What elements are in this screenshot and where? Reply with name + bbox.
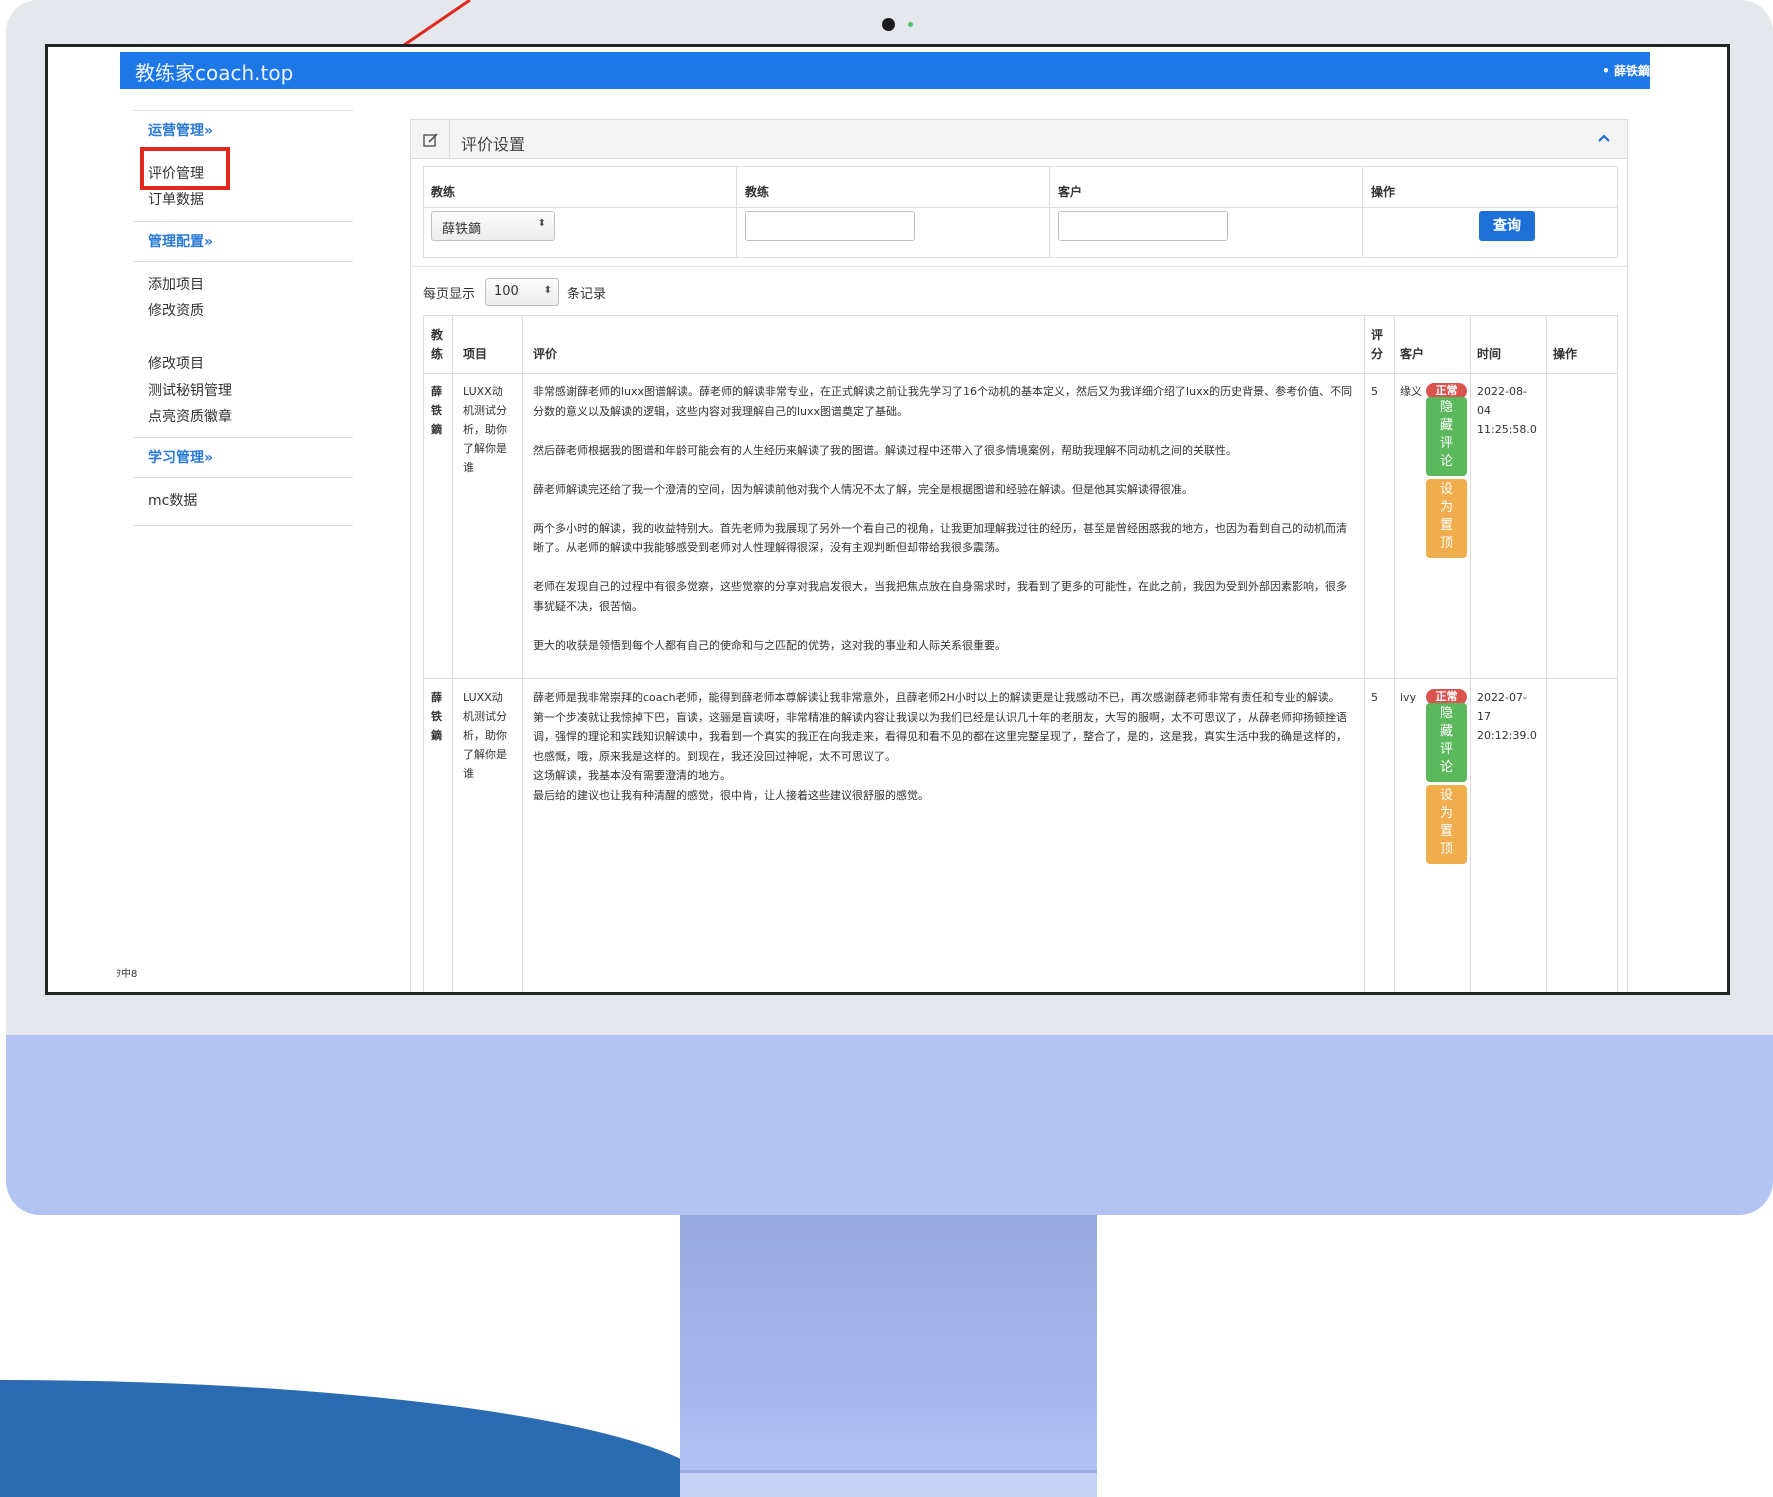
pin-top-button[interactable]: 设 为 置 顶	[1426, 479, 1467, 558]
page-size-value: 100	[494, 284, 519, 299]
column-header-action[interactable]: 操作	[1553, 345, 1577, 364]
divider	[1362, 167, 1363, 257]
sidebar-section-operations: 运营管理»	[133, 110, 353, 150]
filter-header-customer: 客户	[1058, 185, 1083, 199]
edit-icon	[423, 133, 438, 147]
divider	[1049, 167, 1050, 257]
divider	[1364, 316, 1365, 992]
camera-icon	[882, 18, 895, 31]
row-score: 5	[1371, 691, 1378, 704]
review-settings-panel: 评价设置 教练 教练 客户 操作 薛铁鏑 ⬍ 查询 每页显示 100 ⬍ 条记录…	[410, 119, 1628, 992]
divider	[424, 678, 1617, 679]
pin-top-button[interactable]: 设 为 置 顶	[1426, 785, 1467, 864]
chevron-up-icon[interactable]	[1597, 133, 1611, 143]
panel-title: 评价设置	[461, 135, 526, 154]
sidebar-item-test-key[interactable]: 测试秘钥管理	[148, 380, 232, 400]
camera-led-icon	[908, 22, 913, 27]
imac-chin	[6, 1035, 1773, 1215]
sidebar-header-operations[interactable]: 运营管理»	[148, 120, 213, 140]
paging-prefix: 每页显示	[423, 287, 476, 302]
divider	[1470, 316, 1471, 992]
divider	[133, 525, 353, 526]
divider	[449, 120, 450, 159]
paging-suffix: 条记录	[567, 287, 607, 302]
row-customer: 缘义	[1400, 385, 1422, 398]
footer-text: ｦ中8	[116, 969, 138, 980]
filter-header-coach-1: 教练	[431, 185, 456, 199]
sidebar-header-learning[interactable]: 学习管理»	[148, 447, 213, 467]
divider	[1394, 316, 1395, 992]
column-header-customer[interactable]: 客户	[1400, 345, 1424, 364]
page-size-select[interactable]: 100 ⬍	[485, 278, 559, 306]
column-header-time[interactable]: 时间	[1477, 345, 1501, 364]
row-coach: 薛 铁 鏑	[431, 385, 442, 436]
divider	[1546, 316, 1547, 992]
row-customer: ivy	[1400, 691, 1417, 704]
panel-header: 评价设置	[411, 120, 1627, 159]
sidebar-item-edit-project[interactable]: 修改项目	[148, 353, 204, 373]
divider	[424, 207, 1617, 208]
divider	[452, 316, 453, 992]
imac-stand-base	[680, 1470, 1097, 1497]
hide-comment-button[interactable]: 隐 藏 评 论	[1426, 397, 1467, 476]
divider	[424, 373, 1617, 374]
divider	[133, 477, 353, 478]
select-arrows-icon: ⬍	[543, 285, 552, 296]
row-time: 2022-07- 17 20:12:39.0	[1477, 691, 1537, 742]
divider	[133, 261, 353, 262]
row-project: LUXX动 机测试分 析，助你 了解你是 谁	[463, 385, 507, 474]
hide-comment-button[interactable]: 隐 藏 评 论	[1426, 703, 1467, 782]
brand-logo[interactable]: 教练家coach.top	[135, 57, 293, 86]
divider	[411, 266, 1627, 267]
filter-header-action: 操作	[1371, 185, 1396, 199]
sidebar-header-config[interactable]: 管理配置»	[148, 231, 213, 251]
sidebar-item-mc-data[interactable]: mc数据	[148, 490, 197, 510]
sidebar-section-config: 管理配置»	[133, 221, 353, 261]
filter-table	[423, 166, 1618, 258]
user-menu[interactable]: • 薛铁鏑	[1602, 62, 1650, 79]
selection-highlight	[140, 147, 230, 190]
select-arrows-icon: ⬍	[537, 218, 546, 229]
query-button[interactable]: 查询	[1479, 211, 1535, 241]
row-project: LUXX动 机测试分 析，助你 了解你是 谁	[463, 691, 507, 780]
sidebar-item-badge[interactable]: 点亮资质徽章	[148, 406, 232, 426]
row-review: 薛老师是我非常崇拜的coach老师，能得到薛老师本尊解读让我非常意外，且薛老师2…	[533, 691, 1347, 802]
coach-select-value: 薛铁鏑	[442, 222, 482, 237]
customer-input[interactable]	[1058, 211, 1228, 241]
row-review: 非常感谢薛老师的luxx图谱解读。薛老师的解读非常专业，在正式解读之前让我先学习…	[533, 385, 1353, 652]
filter-header-coach-2: 教练	[745, 185, 770, 199]
row-coach: 薛 铁 鏑	[431, 691, 442, 742]
column-header-review[interactable]: 评价	[533, 345, 557, 364]
divider	[736, 167, 737, 257]
screenshot-stage: 教练家coach.top • 薛铁鏑 运营管理» 评价管理 订单数据 管理配置»…	[0, 0, 1773, 1497]
sidebar-item-order-data[interactable]: 订单数据	[148, 189, 204, 209]
row-time: 2022-08- 04 11:25:58.0	[1477, 385, 1537, 436]
column-header-coach[interactable]: 教 练	[431, 326, 443, 364]
decorative-wave	[0, 1380, 720, 1497]
coach-select[interactable]: 薛铁鏑 ⬍	[431, 211, 555, 241]
sidebar-item-edit-qualification[interactable]: 修改资质	[148, 300, 204, 320]
imac-stand	[680, 1215, 1097, 1497]
coach-input[interactable]	[745, 211, 915, 241]
column-header-project[interactable]: 项目	[463, 345, 487, 364]
sidebar-section-learning: 学习管理»	[133, 437, 353, 477]
top-navbar: 教练家coach.top • 薛铁鏑	[120, 52, 1650, 89]
app-screen: 教练家coach.top • 薛铁鏑 运营管理» 评价管理 订单数据 管理配置»…	[45, 44, 1730, 995]
column-header-score[interactable]: 评 分	[1371, 326, 1383, 364]
sidebar-item-add-project[interactable]: 添加项目	[148, 274, 204, 294]
row-score: 5	[1371, 385, 1378, 398]
